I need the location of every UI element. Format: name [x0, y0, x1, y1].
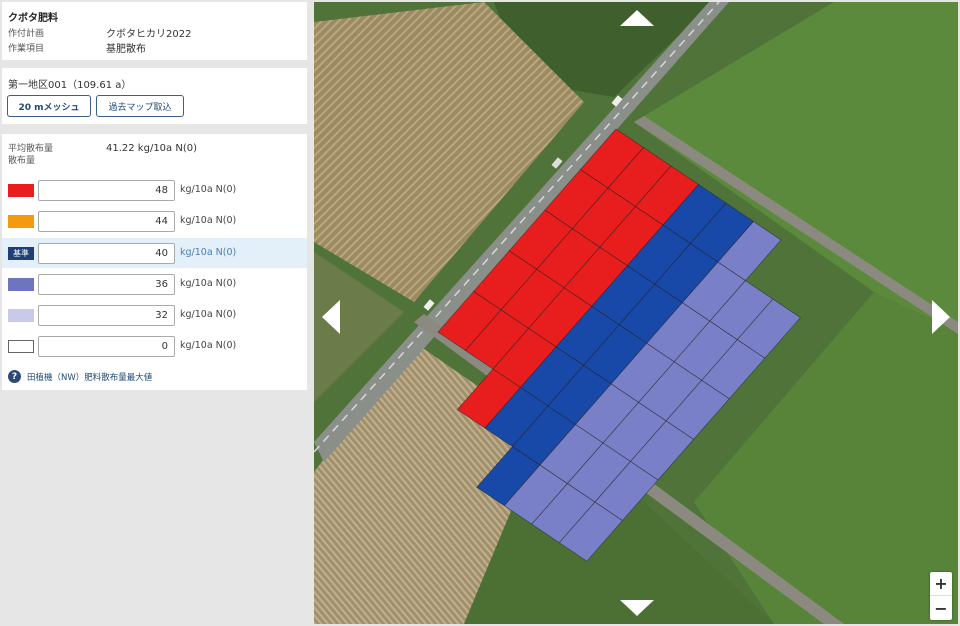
app-title: クボタ肥料: [8, 13, 58, 24]
zoom-in-button[interactable]: +: [930, 572, 952, 596]
pan-right-arrow[interactable]: [932, 300, 950, 334]
zoom-out-button[interactable]: −: [930, 596, 952, 620]
rate-color-swatch: [8, 340, 34, 353]
settings-panel: クボタ肥料 作付計画 クボタヒカリ2022 作業項目 基肥散布 第一地区001（…: [0, 0, 312, 626]
rate-unit: kg/10a N(0): [180, 247, 237, 258]
average-rate-label: 平均散布量 散布量: [8, 143, 68, 167]
pan-up-arrow[interactable]: [620, 10, 654, 26]
help-link[interactable]: ? 田植機（NW）肥料散布量最大値: [8, 370, 152, 383]
average-rate-value: 41.22 kg/10a N(0): [106, 143, 197, 154]
plan-value: クボタヒカリ2022: [106, 29, 192, 40]
rate-input-48[interactable]: [38, 180, 175, 201]
rate-color-swatch: [8, 215, 34, 228]
rate-unit: kg/10a N(0): [180, 184, 237, 195]
rate-row-32: kg/10a N(0): [2, 300, 307, 330]
rate-row-40-base: 基準 kg/10a N(0): [2, 238, 307, 268]
pan-down-arrow[interactable]: [620, 600, 654, 616]
help-text[interactable]: 田植機（NW）肥料散布量最大値: [27, 371, 152, 383]
rate-color-swatch: [8, 184, 34, 197]
rate-row-44: kg/10a N(0): [2, 206, 307, 236]
pan-left-arrow[interactable]: [322, 300, 340, 334]
rate-color-swatch: [8, 309, 34, 322]
question-icon[interactable]: ?: [8, 370, 21, 383]
satellite-imagery: [314, 2, 958, 624]
field-card: 第一地区001（109.61 a） 20 mメッシュ 過去マップ取込: [2, 68, 307, 124]
rate-input-40[interactable]: [38, 243, 175, 264]
plan-label: 作付計画: [8, 29, 45, 39]
rate-unit: kg/10a N(0): [180, 215, 237, 226]
rate-input-32[interactable]: [38, 305, 175, 326]
plan-card: クボタ肥料 作付計画 クボタヒカリ2022 作業項目 基肥散布: [2, 2, 307, 60]
average-rate-label-text: 平均散布量 散布量: [8, 144, 54, 166]
rate-color-swatch: [8, 278, 34, 291]
rate-unit: kg/10a N(0): [180, 309, 237, 320]
rate-row-0: kg/10a N(0): [2, 331, 307, 361]
field-title: 第一地区001（109.61 a）: [8, 80, 132, 91]
work-item-value: 基肥散布: [106, 44, 146, 55]
mesh-size-button[interactable]: 20 mメッシュ: [7, 95, 91, 117]
field-map[interactable]: + −: [314, 2, 958, 624]
rate-input-44[interactable]: [38, 211, 175, 232]
base-rate-tag: 基準: [8, 247, 34, 260]
work-item-label: 作業項目: [8, 44, 45, 54]
rate-input-36[interactable]: [38, 274, 175, 295]
rate-row-48: kg/10a N(0): [2, 175, 307, 205]
zoom-control: + −: [930, 572, 952, 620]
rate-row-36: kg/10a N(0): [2, 269, 307, 299]
import-past-map-button[interactable]: 過去マップ取込: [96, 95, 184, 117]
rate-card: 平均散布量 散布量 41.22 kg/10a N(0) kg/10a N(0) …: [2, 134, 307, 390]
rate-unit: kg/10a N(0): [180, 340, 237, 351]
rate-unit: kg/10a N(0): [180, 278, 237, 289]
rate-input-0[interactable]: [38, 336, 175, 357]
